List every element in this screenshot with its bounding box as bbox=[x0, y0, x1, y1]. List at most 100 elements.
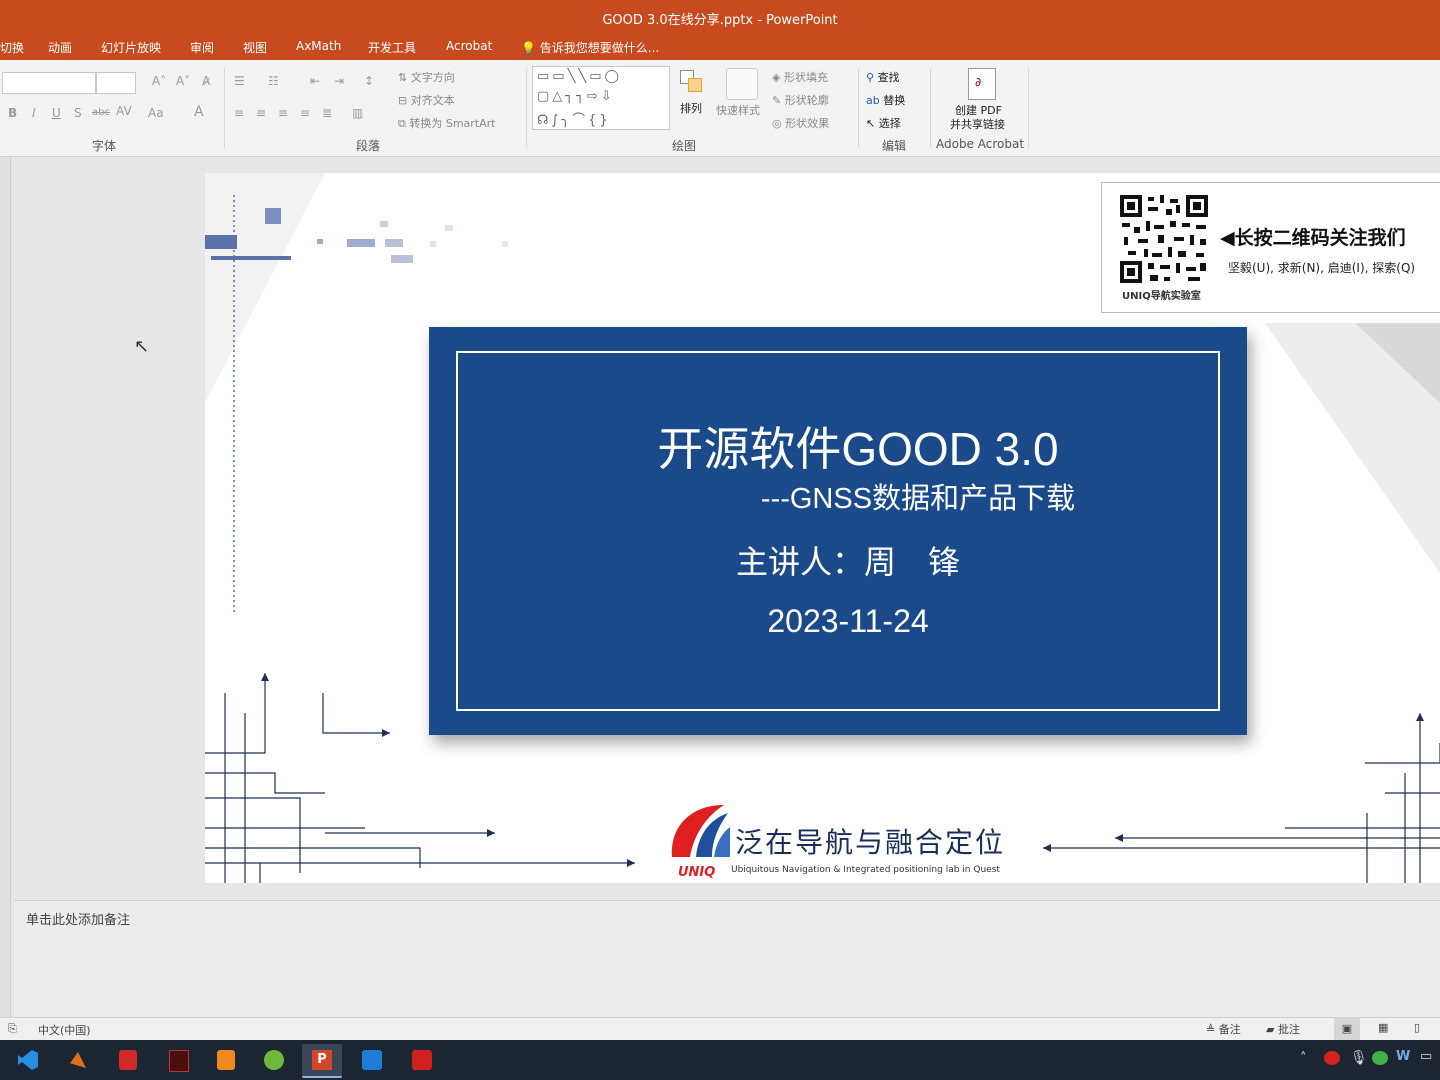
justify-icon[interactable]: ≡ bbox=[300, 106, 310, 120]
separator bbox=[858, 68, 859, 148]
qr-heading: ◀长按二维码关注我们 bbox=[1220, 223, 1406, 250]
notes-pane[interactable]: 单击此处添加备注 bbox=[14, 900, 1440, 1017]
language-indicator[interactable]: 中文(中国) bbox=[38, 1022, 91, 1038]
columns-icon[interactable]: ▥ bbox=[352, 106, 363, 120]
create-pdf-icon[interactable]: ∂ bbox=[968, 68, 996, 100]
editing-group-label: 编辑 bbox=[882, 139, 907, 153]
slide-main-title[interactable]: 开源软件GOOD 3.0 bbox=[429, 413, 1267, 479]
logo-english: Ubiquitous Navigation & Integrated posit… bbox=[731, 865, 1000, 875]
slide-speaker[interactable]: 主讲人：周 锋 bbox=[429, 537, 1247, 583]
slide-date[interactable]: 2023-11-24 bbox=[429, 603, 1247, 640]
comments-toggle-button[interactable]: ▰ 批注 bbox=[1266, 1021, 1300, 1037]
shape-effects-button[interactable]: ◎ 形状效果 bbox=[772, 115, 829, 131]
align-right-icon[interactable]: ≡ bbox=[278, 106, 288, 120]
notes-icon: ≜ bbox=[1206, 1023, 1216, 1036]
pen-icon: ✎ bbox=[772, 94, 782, 107]
quick-styles-button[interactable]: 快速样式 bbox=[716, 102, 760, 118]
vscode-icon[interactable] bbox=[8, 1044, 48, 1076]
align-center-icon[interactable]: ≡ bbox=[256, 106, 266, 120]
normal-view-icon[interactable]: ▣ bbox=[1334, 1018, 1360, 1040]
shrink-font-icon[interactable]: A˅ bbox=[176, 74, 190, 88]
shadow-icon[interactable]: S bbox=[74, 106, 82, 120]
effects-icon: ◎ bbox=[772, 117, 782, 130]
app-red-icon[interactable] bbox=[108, 1044, 148, 1076]
numbering-icon[interactable]: ☷ bbox=[268, 74, 279, 88]
tab-animations[interactable]: 动画 bbox=[48, 39, 72, 56]
increase-indent-icon[interactable]: ⇥ bbox=[334, 74, 344, 88]
replace-button[interactable]: ab 替换 bbox=[866, 92, 905, 108]
tab-developer[interactable]: 开发工具 bbox=[368, 39, 416, 56]
notes-toggle-button[interactable]: ≜ 备注 bbox=[1206, 1021, 1241, 1037]
slide-canvas[interactable]: UNIQ导航实验室 ◀长按二维码关注我们 坚毅(U), 求新(N), 启迪(I)… bbox=[205, 173, 1440, 883]
tab-view[interactable]: 视图 bbox=[243, 39, 267, 56]
shapes-row-2: ▢△┐┐⇨⇩ bbox=[537, 89, 615, 104]
taskbar: P ˄ 🎙 W ▭ bbox=[0, 1040, 1440, 1080]
italic-icon[interactable]: I bbox=[32, 106, 36, 120]
matlab-icon[interactable] bbox=[58, 1044, 98, 1076]
font-color-icon[interactable]: A bbox=[194, 104, 204, 120]
separator bbox=[526, 68, 527, 148]
align-text-button[interactable]: ⊟ 对齐文本 bbox=[398, 92, 455, 108]
underline-icon[interactable]: U bbox=[52, 106, 61, 120]
app-blue-icon[interactable] bbox=[352, 1044, 392, 1076]
bullets-icon[interactable]: ☰ bbox=[234, 74, 245, 88]
sublime-icon[interactable] bbox=[206, 1044, 246, 1076]
tray-w-icon[interactable]: W bbox=[1396, 1049, 1410, 1064]
acrobat-group-label: Adobe Acrobat bbox=[936, 137, 1025, 151]
microphone-icon[interactable]: 🎙 bbox=[1350, 1050, 1368, 1066]
arrange-button[interactable]: 排列 bbox=[680, 100, 702, 116]
align-left-icon[interactable]: ≡ bbox=[234, 106, 244, 120]
tray-chevron-icon[interactable]: ˄ bbox=[1300, 1051, 1307, 1066]
comments-toggle-label: 批注 bbox=[1277, 1023, 1300, 1036]
select-button[interactable]: ↖ 选择 bbox=[866, 115, 901, 131]
tab-acrobat[interactable]: Acrobat bbox=[446, 39, 492, 53]
change-case-icon[interactable]: Aa bbox=[148, 106, 164, 120]
clear-format-icon[interactable]: A̷ bbox=[202, 74, 210, 88]
thumbnail-collapse-bar[interactable] bbox=[0, 157, 11, 1017]
shapes-gallery[interactable]: ▭▭╲╲▭◯ ▢△┐┐⇨⇩ ☊∫╮⌒{} bbox=[532, 66, 670, 130]
qr-caption: UNIQ导航实验室 bbox=[1122, 291, 1201, 302]
shapes-row-3: ☊∫╮⌒{} bbox=[537, 113, 611, 128]
notification-icon[interactable]: ▭ bbox=[1420, 1049, 1432, 1064]
app-green-icon[interactable] bbox=[254, 1044, 294, 1076]
tab-transitions[interactable]: 切换 bbox=[0, 39, 24, 56]
char-spacing-icon[interactable]: AV bbox=[116, 104, 132, 118]
tab-review[interactable]: 审阅 bbox=[190, 39, 214, 56]
bold-icon[interactable]: B bbox=[8, 106, 17, 120]
tell-me-search[interactable]: 💡 告诉我您想要做什么... bbox=[521, 39, 659, 56]
strikethrough-icon[interactable]: abc bbox=[92, 107, 110, 118]
spellcheck-icon[interactable]: ⎘ bbox=[8, 1022, 17, 1036]
tab-slideshow[interactable]: 幻灯片放映 bbox=[101, 39, 161, 56]
tray-red-icon[interactable] bbox=[1324, 1051, 1340, 1065]
shape-fill-button[interactable]: ◈ 形状填充 bbox=[772, 69, 828, 85]
grow-font-icon[interactable]: A˄ bbox=[152, 74, 166, 88]
arrange-icon[interactable] bbox=[678, 68, 708, 96]
find-label: 查找 bbox=[877, 71, 900, 84]
font-name-box[interactable] bbox=[2, 72, 96, 94]
shape-outline-button[interactable]: ✎ 形状轮廓 bbox=[772, 92, 829, 108]
text-direction-icon: ⇅ bbox=[398, 71, 408, 84]
convert-smartart-label: 转换为 SmartArt bbox=[409, 117, 496, 130]
create-pdf-label-2[interactable]: 并共享链接 bbox=[950, 116, 1005, 132]
slide-subtitle[interactable]: ---GNSS数据和产品下载 bbox=[429, 475, 1247, 517]
slide-sorter-icon[interactable]: ▦ bbox=[1378, 1021, 1388, 1034]
find-button[interactable]: ⚲ 查找 bbox=[866, 69, 900, 85]
title-card: 开源软件GOOD 3.0 ---GNSS数据和产品下载 主讲人：周 锋 2023… bbox=[429, 327, 1247, 735]
tab-axmath[interactable]: AxMath bbox=[296, 39, 341, 53]
convert-smartart-button[interactable]: ⧉ 转换为 SmartArt bbox=[398, 115, 496, 131]
distributed-icon[interactable]: ≣ bbox=[322, 106, 332, 120]
acrobat-icon[interactable] bbox=[402, 1044, 442, 1076]
font-size-box[interactable] bbox=[96, 72, 136, 94]
separator bbox=[224, 68, 225, 148]
decrease-indent-icon[interactable]: ⇤ bbox=[310, 74, 320, 88]
cursor-icon: ↖ bbox=[866, 117, 876, 130]
line-spacing-icon[interactable]: ↕ bbox=[364, 74, 374, 88]
powerpoint-icon[interactable]: P bbox=[302, 1044, 342, 1078]
notes-placeholder[interactable]: 单击此处添加备注 bbox=[26, 909, 130, 928]
app-dark-icon[interactable] bbox=[158, 1044, 198, 1076]
wechat-icon[interactable] bbox=[1372, 1051, 1388, 1065]
quick-styles-icon[interactable] bbox=[726, 68, 758, 100]
mouse-cursor-icon: ↖ bbox=[134, 336, 150, 357]
text-direction-button[interactable]: ⇅ 文字方向 bbox=[398, 69, 455, 85]
reading-view-icon[interactable]: ▯ bbox=[1414, 1021, 1420, 1034]
